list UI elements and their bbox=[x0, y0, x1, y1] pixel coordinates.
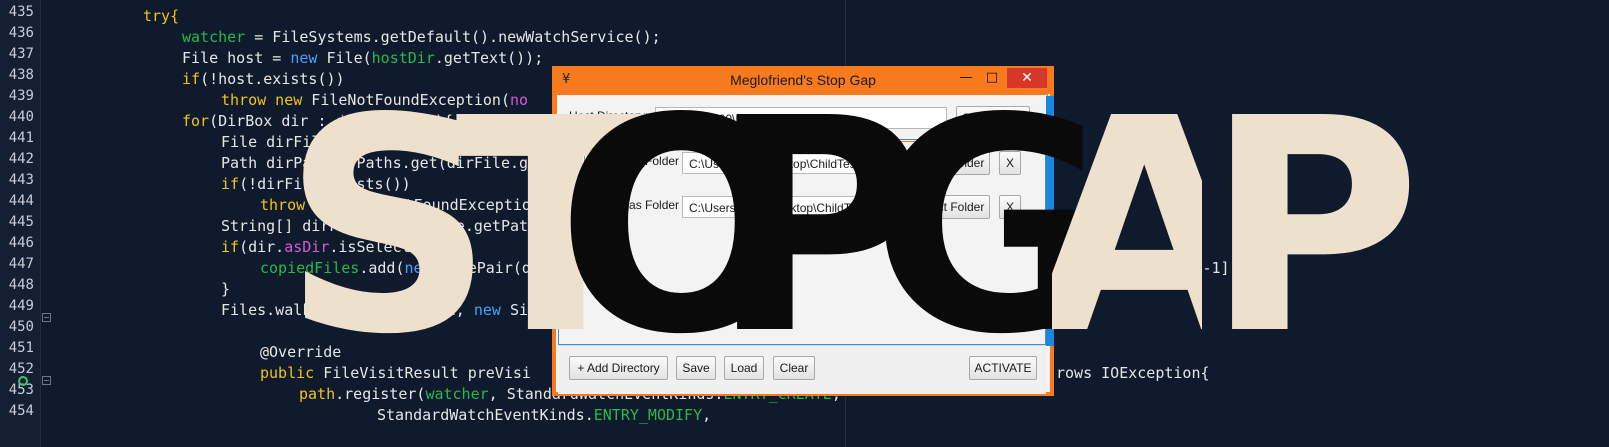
code-line-454: StandardWatchEventKinds.ENTRY_MODIFY, bbox=[377, 406, 712, 424]
code-line-435: try{ bbox=[143, 7, 180, 25]
line-number: 454 bbox=[8, 403, 34, 419]
line-number: 448 bbox=[8, 277, 34, 293]
code-line-448: } bbox=[221, 280, 231, 298]
line-number: 435 bbox=[8, 4, 34, 20]
code-line-436: watcher = FileSystems.getDefault().newWa… bbox=[182, 28, 661, 46]
wordmark-letter: A bbox=[1032, 80, 1054, 375]
line-number: 442 bbox=[8, 151, 34, 167]
line-number: 441 bbox=[8, 130, 34, 146]
line-number: 453 bbox=[8, 382, 34, 398]
line-number: 452 bbox=[8, 361, 34, 377]
fold-toggle-icon[interactable] bbox=[42, 313, 51, 322]
line-number: 440 bbox=[8, 109, 34, 125]
line-number: 446 bbox=[8, 235, 34, 251]
line-number: 444 bbox=[8, 193, 34, 209]
line-number: 439 bbox=[8, 88, 34, 104]
wordmark-letter: A bbox=[1052, 80, 1202, 375]
override-marker-icon[interactable] bbox=[18, 376, 28, 386]
fold-toggle-icon[interactable] bbox=[42, 376, 51, 385]
wordmark-letter: P bbox=[1205, 55, 1422, 399]
line-number: 445 bbox=[8, 214, 34, 230]
line-number: 447 bbox=[8, 256, 34, 272]
line-number: 438 bbox=[8, 67, 34, 83]
line-number: 451 bbox=[8, 340, 34, 356]
line-number: 450 bbox=[8, 319, 34, 335]
line-number: 437 bbox=[8, 46, 34, 62]
line-number: 449 bbox=[8, 298, 34, 314]
line-number: 436 bbox=[8, 25, 34, 41]
line-number: 443 bbox=[8, 172, 34, 188]
